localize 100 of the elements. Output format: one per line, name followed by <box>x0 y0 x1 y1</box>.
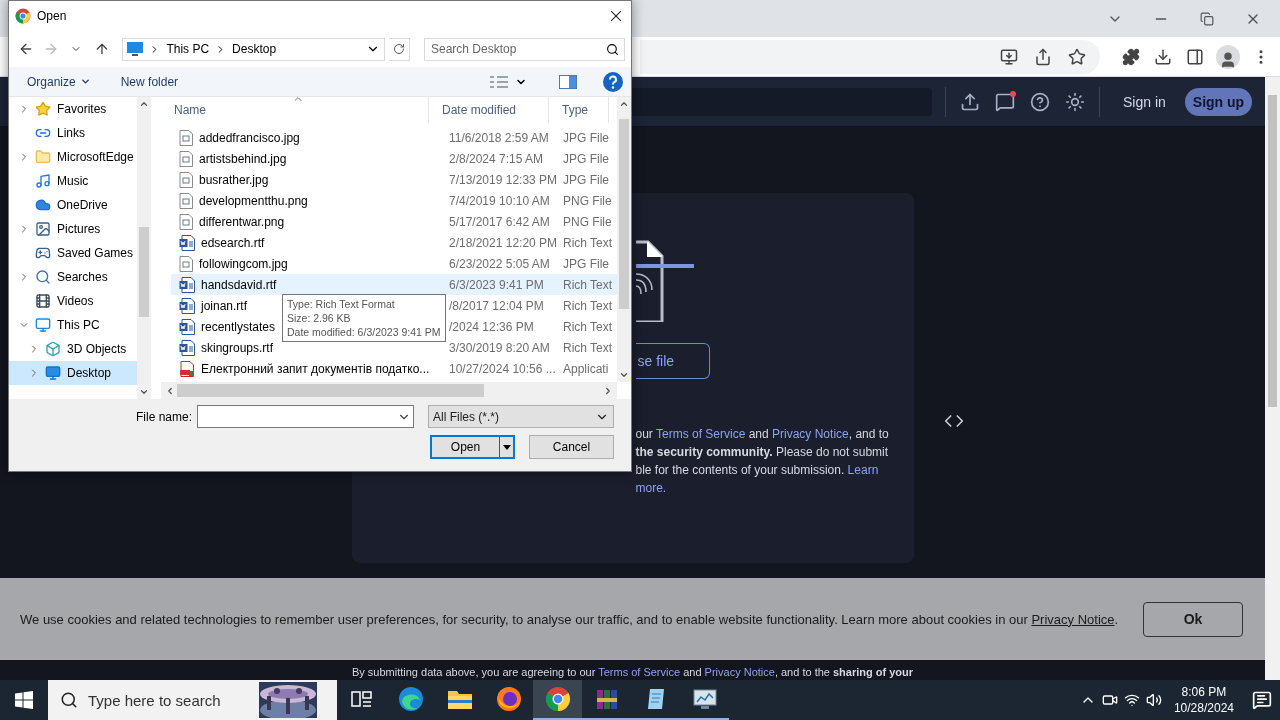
tree-item[interactable]: Searches <box>9 265 137 289</box>
tree-item[interactable]: 3D Objects <box>9 337 137 361</box>
date-modified: 2/8/2024 7:15 AM <box>448 151 545 166</box>
scroll-up-icon[interactable] <box>619 99 629 109</box>
tree-item[interactable]: Saved Games <box>9 241 137 265</box>
profile-avatar[interactable] <box>1216 44 1240 69</box>
upload-icon[interactable] <box>960 91 980 112</box>
camera-icon[interactable] <box>1101 692 1118 708</box>
sign-in-link[interactable]: Sign in <box>1123 93 1166 110</box>
file-name[interactable]: recentlystates <box>201 319 276 334</box>
scrollbar-thumb[interactable] <box>619 119 629 309</box>
file-name[interactable]: developmentthu.png <box>199 193 308 208</box>
search-field[interactable]: Search Desktop <box>424 37 625 61</box>
taskbar-app[interactable] <box>533 680 582 720</box>
restore-icon[interactable] <box>1200 11 1214 26</box>
refresh-button[interactable] <box>388 37 410 61</box>
tree-item[interactable]: MicrosoftEdge <box>9 145 137 169</box>
side-panel-icon[interactable] <box>1186 47 1204 66</box>
scrollbar-thumb[interactable] <box>1268 95 1277 407</box>
choose-file-button[interactable]: se file <box>635 343 710 379</box>
column-header[interactable]: Date modified <box>429 97 549 123</box>
search-icon <box>60 691 78 709</box>
tree-item[interactable]: Videos <box>9 289 137 313</box>
star-icon[interactable] <box>1068 47 1086 66</box>
tree-item[interactable]: This PC <box>9 313 137 337</box>
date-modified: 7/4/2019 10:10 AM <box>448 193 551 208</box>
taskbar-search-field[interactable]: Type here to search <box>48 680 337 720</box>
dialog-title: Open <box>37 9 68 23</box>
horizontal-scrollbar[interactable] <box>161 382 617 399</box>
tree-item[interactable]: Links <box>9 121 137 145</box>
scrollbar-thumb[interactable] <box>139 227 149 317</box>
tree-item[interactable]: Music <box>9 169 137 193</box>
cloud-icon <box>35 197 51 213</box>
tree-item[interactable]: Pictures <box>9 217 137 241</box>
file-icon <box>179 255 193 272</box>
new-folder-button[interactable]: New folder <box>118 70 181 93</box>
file-name[interactable]: artistsbehind.jpg <box>199 151 287 166</box>
scrollbar[interactable] <box>1265 77 1280 680</box>
breadcrumb-item[interactable]: This PC <box>166 42 210 56</box>
scrollbar[interactable] <box>137 97 151 399</box>
volume-icon[interactable] <box>1145 692 1162 708</box>
search-field[interactable] <box>632 87 932 116</box>
fingerprint-file-icon <box>635 240 696 322</box>
text-link[interactable]: Terms of Service <box>655 427 746 441</box>
cancel-button[interactable]: Cancel <box>529 435 614 459</box>
comment-icon[interactable] <box>995 91 1015 112</box>
text-link[interactable]: Privacy Notice <box>704 666 775 678</box>
address-bar[interactable]: This PC Desktop <box>122 37 385 61</box>
preview-pane-icon[interactable] <box>559 74 577 89</box>
puzzle-icon[interactable] <box>1122 47 1140 66</box>
scrollbar[interactable] <box>617 97 631 382</box>
tree-item[interactable]: Desktop <box>9 361 137 385</box>
column-header[interactable]: Name <box>161 97 429 123</box>
breadcrumb-item[interactable]: Desktop <box>232 42 277 56</box>
file-name[interactable]: followingcom.jpg <box>199 256 288 271</box>
scroll-left-icon[interactable] <box>165 385 175 396</box>
text-link[interactable]: Terms of Service <box>598 666 681 678</box>
tree-item[interactable]: Favorites <box>9 97 137 121</box>
file-name[interactable]: skingroups.rtf <box>201 340 274 355</box>
file-name[interactable]: busrather.jpg <box>199 172 269 187</box>
picture-icon <box>35 221 51 237</box>
search-icon <box>35 269 51 285</box>
install-icon[interactable] <box>1000 47 1018 66</box>
help-icon[interactable] <box>1030 91 1050 112</box>
scroll-right-icon[interactable] <box>603 385 613 396</box>
share-icon[interactable] <box>1034 47 1052 66</box>
text-link[interactable]: Learn <box>847 463 879 477</box>
file-name[interactable]: handsdavid.rtf <box>201 277 277 292</box>
ok-button[interactable]: Ok <box>1143 601 1243 637</box>
help-icon[interactable] <box>603 71 623 92</box>
file-name[interactable]: edsearch.rtf <box>201 235 265 250</box>
task-view-icon <box>350 689 373 709</box>
organize-button[interactable]: Organize <box>25 70 93 93</box>
document-icon <box>179 297 195 314</box>
scrollbar-thumb[interactable] <box>177 384 484 397</box>
refresh-icon[interactable] <box>392 43 405 55</box>
file-name-field[interactable] <box>197 405 414 428</box>
notification-icon[interactable] <box>1252 690 1272 710</box>
column-header[interactable]: Type <box>549 97 609 123</box>
file-name[interactable]: Електронний запит документів податко... <box>201 361 430 376</box>
text-link[interactable]: Privacy Notice <box>772 427 849 441</box>
scroll-down-icon[interactable] <box>139 387 149 397</box>
sun-icon[interactable] <box>1065 91 1085 112</box>
highlighted-file-row[interactable]: handsdavid.rtf 6/3/2023 9:41 PM Rich Text <box>171 274 617 295</box>
open-button[interactable]: Open <box>430 435 515 459</box>
tree-item[interactable]: OneDrive <box>9 193 137 217</box>
scroll-down-icon[interactable] <box>619 370 629 380</box>
file-type-select[interactable]: All Files (*.*) <box>428 405 614 428</box>
clock-date[interactable]: 10/28/2024 <box>1173 700 1234 716</box>
text-link[interactable]: Privacy Notice <box>1031 611 1115 627</box>
caret-icon[interactable] <box>502 444 511 450</box>
text-link[interactable]: more. <box>635 481 667 495</box>
file-name[interactable]: joinan.rtf <box>201 298 248 313</box>
file-name[interactable]: differentwar.png <box>199 214 285 229</box>
network-icon[interactable] <box>1123 692 1140 708</box>
clock-time[interactable]: 8:06 PM <box>1181 684 1227 700</box>
scroll-up-icon[interactable] <box>139 99 149 109</box>
file-name[interactable]: addedfrancisco.jpg <box>199 130 300 145</box>
download-icon[interactable] <box>1154 47 1172 66</box>
sign-up-button[interactable]: Sign up <box>1184 87 1253 116</box>
